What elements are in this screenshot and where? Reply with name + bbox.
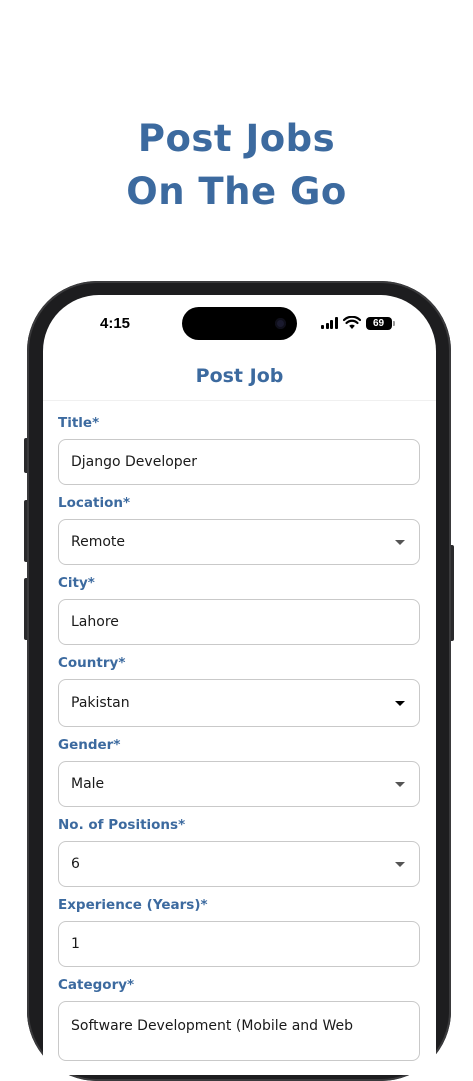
gender-dropdown[interactable]: Male	[58, 761, 420, 807]
country-dropdown[interactable]: Pakistan	[58, 679, 420, 727]
phone-screen: 4:15 69 Post Job Title* Django Developer…	[43, 295, 436, 1075]
city-input[interactable]: Lahore	[58, 599, 420, 645]
chevron-down-icon	[395, 540, 405, 545]
dynamic-island	[182, 307, 297, 340]
chevron-down-icon	[395, 701, 405, 706]
hero-heading: Post Jobs On The Go	[0, 112, 473, 218]
experience-label: Experience (Years)*	[58, 897, 208, 913]
cellular-signal-icon	[321, 317, 338, 329]
status-time: 4:15	[100, 315, 131, 332]
wifi-icon	[342, 316, 361, 329]
post-job-form: Title* Django Developer Location* Remote…	[58, 415, 420, 1061]
camera-icon	[275, 318, 286, 329]
hero-line-1: Post Jobs	[137, 117, 336, 160]
title-label: Title*	[58, 415, 100, 431]
positions-value: 6	[71, 856, 80, 872]
country-label: Country*	[58, 655, 126, 671]
city-label: City*	[58, 575, 95, 591]
positions-dropdown[interactable]: 6	[58, 841, 420, 887]
category-dropdown[interactable]: Software Development (Mobile and Web	[58, 1001, 420, 1061]
title-value: Django Developer	[71, 454, 198, 470]
status-icons: 69	[321, 315, 395, 331]
experience-input[interactable]: 1	[58, 921, 420, 967]
location-label: Location*	[58, 495, 131, 511]
category-label: Category*	[58, 977, 135, 993]
city-value: Lahore	[71, 614, 119, 630]
positions-label: No. of Positions*	[58, 817, 186, 833]
experience-value: 1	[71, 936, 80, 952]
chevron-down-icon	[395, 782, 405, 787]
page-title: Post Job	[195, 365, 284, 387]
location-value: Remote	[71, 534, 126, 550]
category-value: Software Development (Mobile and Web	[71, 1018, 354, 1034]
gender-label: Gender*	[58, 737, 121, 753]
hero-line-2: On The Go	[126, 170, 347, 213]
country-value: Pakistan	[71, 695, 130, 711]
battery-icon: 69	[365, 316, 395, 330]
gender-value: Male	[71, 776, 105, 792]
app-bar-divider	[43, 400, 436, 401]
chevron-down-icon	[395, 862, 405, 867]
title-input[interactable]: Django Developer	[58, 439, 420, 485]
location-dropdown[interactable]: Remote	[58, 519, 420, 565]
